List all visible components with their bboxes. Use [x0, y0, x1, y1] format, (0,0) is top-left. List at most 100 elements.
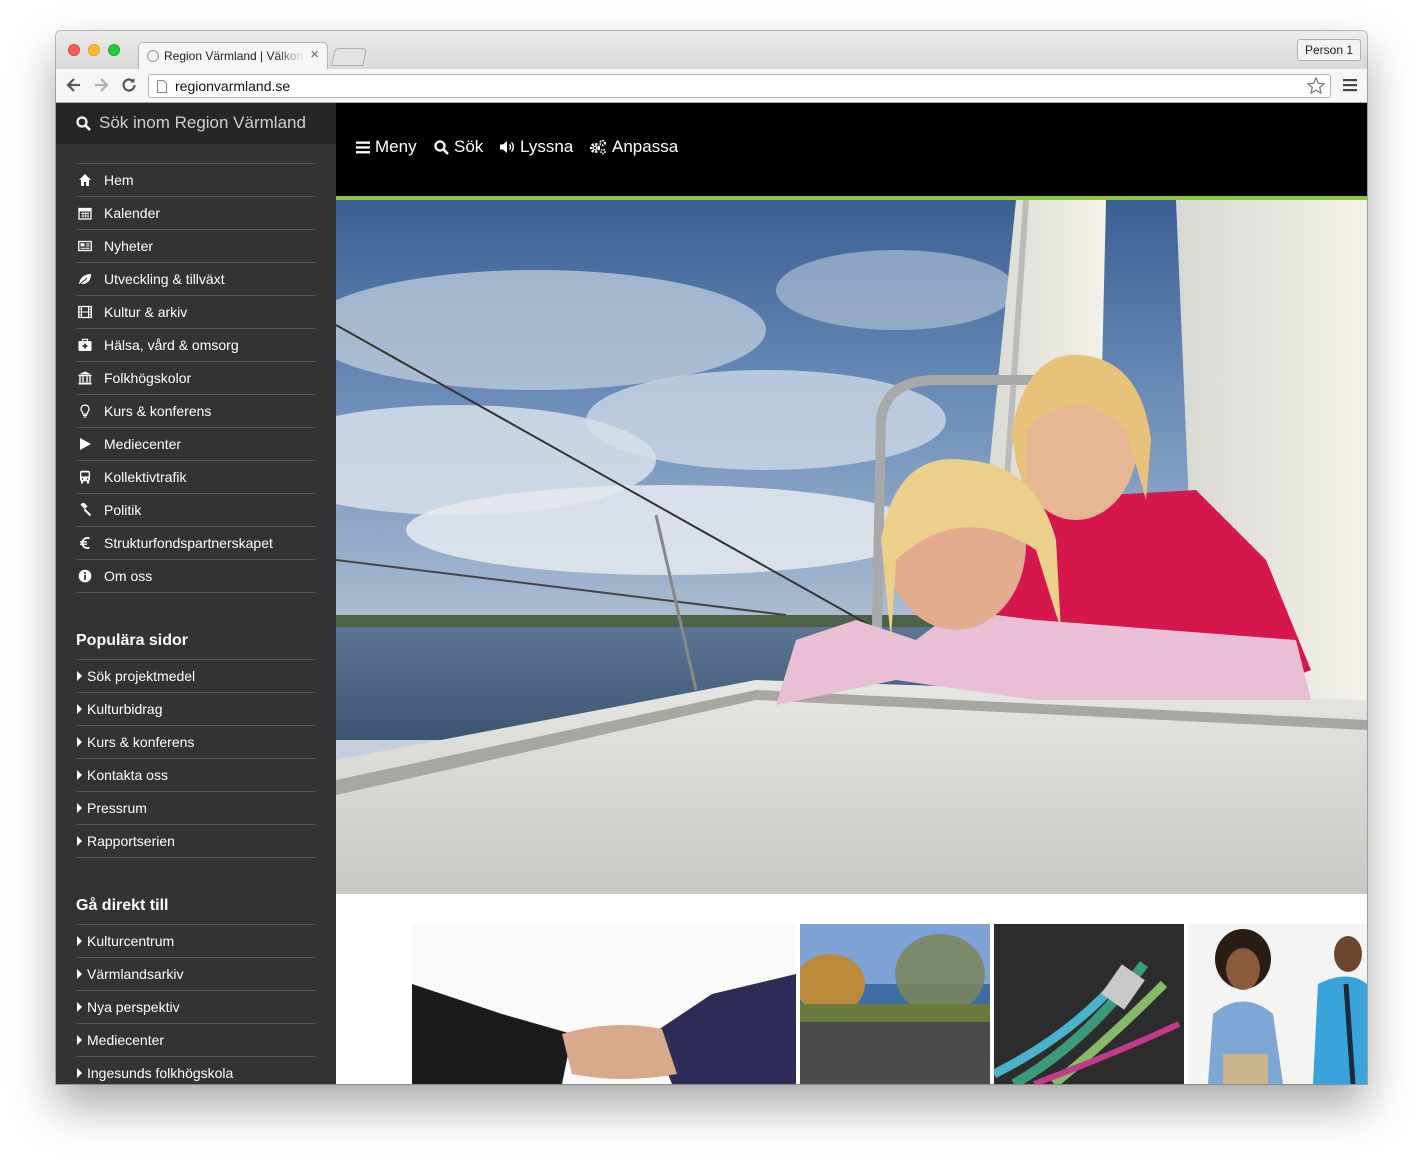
web-page: Sök inom Region Värmland Hem Kalender Ny… — [56, 103, 1367, 1084]
institution-icon — [78, 371, 92, 385]
sidebar-item-mediecenter[interactable]: Mediecenter — [76, 427, 316, 460]
direct-link-label: Värmlandsarkiv — [87, 966, 184, 982]
calendar-icon — [78, 206, 92, 220]
customize-button[interactable]: Anpassa — [589, 137, 678, 157]
browser-titlebar: Region Värmland | Välkommen × Person 1 — [56, 31, 1367, 69]
popular-link[interactable]: Pressrum — [76, 791, 316, 824]
popular-link[interactable]: Sök projektmedel — [76, 659, 316, 692]
menu-label: Meny — [375, 137, 417, 156]
sidebar-item-kurs[interactable]: Kurs & konferens — [76, 394, 316, 427]
direct-link[interactable]: Nya perspektiv — [76, 990, 316, 1023]
sidebar-item-kollektivtrafik[interactable]: Kollektivtrafik — [76, 460, 316, 493]
hero-photo-sailing-girls — [336, 200, 1367, 894]
popular-link[interactable]: Rapportserien — [76, 824, 316, 858]
back-arrow-icon[interactable] — [64, 75, 84, 95]
caret-right-icon — [77, 1035, 82, 1045]
popular-link-label: Pressrum — [87, 800, 147, 816]
forward-arrow-icon[interactable] — [91, 75, 111, 95]
new-tab-button[interactable] — [331, 48, 367, 66]
sidebar-item-kalender[interactable]: Kalender — [76, 196, 316, 229]
close-window-button[interactable] — [68, 44, 80, 56]
lightbulb-icon — [78, 404, 92, 418]
popular-pages-heading: Populära sidor — [76, 632, 189, 649]
thumbnail-cables[interactable] — [994, 924, 1184, 1084]
search-input[interactable]: Sök inom Region Värmland — [99, 113, 306, 133]
search-icon — [76, 116, 91, 131]
featured-section — [336, 894, 1367, 1084]
direct-links-list: Kulturcentrum Värmlandsarkiv Nya perspek… — [76, 924, 316, 1084]
popular-link[interactable]: Kurs & konferens — [76, 725, 316, 758]
browser-toolbar: regionvarmland.se — [56, 69, 1367, 103]
sidebar-search[interactable]: Sök inom Region Värmland — [56, 103, 336, 144]
young-people-photo — [1208, 929, 1367, 1084]
caret-right-icon — [77, 936, 82, 946]
popular-link-label: Sök projektmedel — [87, 668, 196, 684]
direct-link[interactable]: Värmlandsarkiv — [76, 957, 316, 990]
main-nav: Hem Kalender Nyheter Utveckling & tillvä… — [76, 163, 316, 593]
euro-icon — [78, 536, 92, 550]
popular-link[interactable]: Kontakta oss — [76, 758, 316, 791]
caret-right-icon — [77, 671, 82, 681]
page-icon — [157, 80, 167, 93]
minimize-window-button[interactable] — [88, 44, 100, 56]
customize-label: Anpassa — [612, 137, 679, 156]
tab-close-icon[interactable]: × — [310, 46, 319, 63]
direct-link[interactable]: Mediecenter — [76, 1023, 316, 1056]
direct-link-label: Mediecenter — [87, 1032, 165, 1048]
handshake-photo — [412, 974, 796, 1084]
listen-button[interactable]: Lyssna — [499, 137, 573, 157]
caret-right-icon — [77, 704, 82, 714]
sidebar-item-hem[interactable]: Hem — [76, 163, 316, 196]
sidebar-item-nyheter[interactable]: Nyheter — [76, 229, 316, 262]
url-text[interactable]: regionvarmland.se — [175, 78, 290, 94]
sidebar-item-label: Strukturfondspartnerskapet — [104, 535, 273, 551]
sidebar-item-label: Kultur & arkiv — [104, 304, 188, 320]
bookmark-star-icon[interactable] — [1306, 76, 1326, 96]
thumbnail-handshake[interactable] — [412, 924, 796, 1084]
home-icon — [78, 173, 92, 187]
direct-link-label: Nya perspektiv — [87, 999, 180, 1015]
sidebar-item-label: Folkhögskolor — [104, 370, 192, 386]
hamburger-icon — [356, 141, 370, 153]
medkit-icon — [78, 338, 92, 352]
menu-button[interactable]: Meny — [356, 137, 417, 157]
sidebar-item-label: Nyheter — [104, 238, 154, 254]
favicon-icon — [147, 50, 159, 62]
sidebar-item-strukturfonds[interactable]: Strukturfondspartnerskapet — [76, 526, 316, 559]
sidebar-item-halsa[interactable]: Hälsa, vård & omsorg — [76, 328, 316, 361]
thumbnail-lake[interactable] — [800, 924, 990, 1084]
popular-link-label: Kurs & konferens — [87, 734, 195, 750]
sidebar-item-label: Politik — [104, 502, 142, 518]
newspaper-icon — [78, 239, 92, 253]
direct-link-label: Ingesunds folkhögskola — [87, 1065, 234, 1081]
sidebar-item-label: Hälsa, vård & omsorg — [104, 337, 239, 353]
leaf-icon — [78, 272, 92, 286]
direct-link[interactable]: Kulturcentrum — [76, 924, 316, 957]
caret-right-icon — [77, 737, 82, 747]
sidebar-item-om-oss[interactable]: Om oss — [76, 559, 316, 593]
browser-tab-active[interactable]: Region Värmland | Välkommen × — [138, 42, 328, 69]
sidebar-item-folkhogskolor[interactable]: Folkhögskolor — [76, 361, 316, 394]
direct-link-label: Kulturcentrum — [87, 933, 175, 949]
direct-link[interactable]: Ingesunds folkhögskola — [76, 1056, 316, 1084]
sidebar-item-label: Kollektivtrafik — [104, 469, 187, 485]
sidebar-item-kultur[interactable]: Kultur & arkiv — [76, 295, 316, 328]
browser-menu-icon[interactable] — [1343, 77, 1357, 93]
search-icon — [434, 139, 449, 155]
top-navigation-bar: Meny Sök Lyssna Anpassa — [336, 103, 1367, 196]
sidebar-item-utveckling[interactable]: Utveckling & tillväxt — [76, 262, 316, 295]
sidebar-item-politik[interactable]: Politik — [76, 493, 316, 526]
thumbnail-young-people[interactable] — [1188, 924, 1367, 1084]
search-button[interactable]: Sök — [434, 137, 483, 157]
popular-link[interactable]: Kulturbidrag — [76, 692, 316, 725]
play-icon — [78, 437, 92, 451]
network-cables-photo — [994, 960, 1181, 1084]
popular-link-label: Rapportserien — [87, 833, 175, 849]
maximize-window-button[interactable] — [108, 44, 120, 56]
reload-icon[interactable] — [119, 75, 139, 95]
profile-button[interactable]: Person 1 — [1296, 39, 1361, 61]
lake-road-photo — [800, 924, 990, 1084]
sidebar-item-label: Om oss — [104, 568, 153, 584]
address-bar[interactable]: regionvarmland.se — [148, 74, 1331, 98]
film-icon — [78, 305, 92, 319]
